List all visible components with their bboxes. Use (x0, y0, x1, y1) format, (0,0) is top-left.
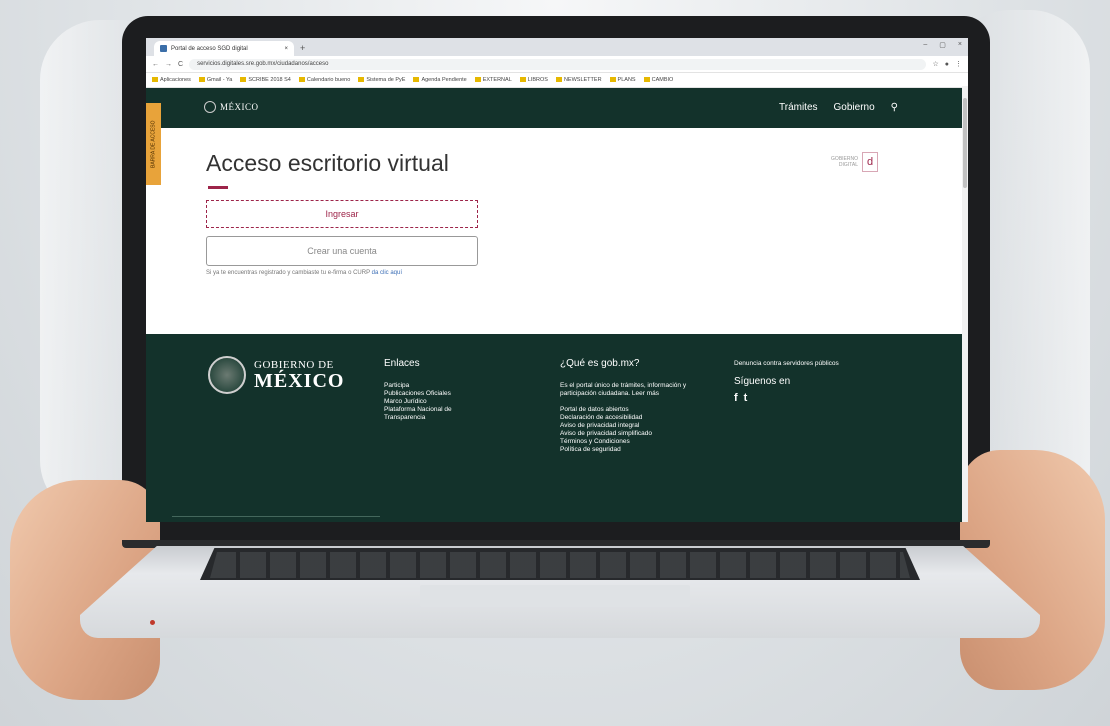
nav-link-gobierno[interactable]: Gobierno (834, 102, 875, 113)
page-title: Acceso escritorio virtual (206, 150, 449, 176)
bookmark-item[interactable]: Sistema de PyE (358, 77, 405, 83)
star-icon[interactable]: ☆ (932, 60, 938, 68)
menu-icon[interactable]: ⋮ (955, 60, 962, 68)
footer-link[interactable]: Marco Jurídico (384, 398, 494, 406)
bookmark-item[interactable]: EXTERNAL (474, 77, 512, 83)
main-content: Acceso escritorio virtual Ingresar Crear… (146, 128, 968, 318)
browser-tab-bar: Portal de acceso SGD digital × + – ▢ × (146, 38, 968, 56)
footer-link[interactable]: Portal de datos abiertos (560, 406, 710, 414)
footer-denuncia-link[interactable]: Denuncia contra servidores públicos (734, 360, 914, 368)
seal-icon (204, 101, 216, 113)
nav-links: Trámites Gobierno ⚲ (779, 102, 898, 113)
tab-close-icon[interactable]: × (284, 46, 288, 52)
footer-link[interactable]: Plataforma Nacional de Transparencia (384, 406, 494, 422)
tab-title: Portal de acceso SGD digital (171, 45, 248, 52)
bookmark-item[interactable]: CAMBIO (643, 77, 673, 83)
footer-description: Es el portal único de trámites, informac… (560, 382, 687, 397)
registration-note-text: Si ya te encuentras registrado y cambias… (206, 270, 372, 276)
power-led (150, 620, 155, 625)
bookmarks-bar: Aplicaciones Gmail - Ya SCRIBE 2018 S4 C… (146, 73, 968, 88)
close-window-button[interactable]: × (958, 41, 962, 49)
seal-icon (208, 356, 246, 394)
bookmark-item[interactable]: Calendario bueno (298, 77, 350, 83)
footer-que-es-title: ¿Qué es gob.mx? (560, 358, 640, 369)
registration-note-link[interactable]: da clic aquí (372, 270, 402, 276)
gobierno-digital-logo: GOBIERNO DIGITAL d (831, 152, 878, 172)
window-controls: – ▢ × (923, 41, 962, 49)
footer-siguenos: Síguenos en (734, 376, 791, 387)
browser-tab[interactable]: Portal de acceso SGD digital × (154, 41, 294, 56)
footer-divider (172, 516, 380, 517)
site-footer: GOBIERNO DE MÉXICO Enlaces Participa Pub… (146, 334, 968, 522)
footer-que-es: ¿Qué es gob.mx? Es el portal único de tr… (560, 358, 710, 454)
footer-logo-text: GOBIERNO DE MÉXICO (254, 358, 345, 392)
ingresar-button[interactable]: Ingresar (206, 200, 478, 228)
bookmark-item[interactable]: LIBROS (519, 77, 548, 83)
title-underline (208, 186, 228, 189)
footer-link[interactable]: Publicaciones Oficiales (384, 390, 494, 398)
bookmark-item[interactable]: Gmail - Ya (198, 77, 232, 83)
new-tab-button[interactable]: + (300, 43, 305, 53)
url-bar[interactable]: servicios.digitales.sre.gob.mx/ciudadano… (189, 58, 927, 70)
twitter-icon[interactable]: t (744, 393, 748, 404)
maximize-button[interactable]: ▢ (939, 41, 946, 49)
footer-link[interactable]: Términos y Condiciones (560, 438, 710, 446)
reload-button[interactable]: C (178, 61, 183, 68)
gobierno-digital-mark: d (862, 152, 878, 172)
footer-link[interactable]: Aviso de privacidad integral (560, 422, 710, 430)
minimize-button[interactable]: – (923, 41, 927, 49)
site-logo-text: MÉXICO (220, 102, 259, 112)
footer-link[interactable]: Política de seguridad (560, 446, 710, 454)
site-logo[interactable]: MÉXICO (204, 101, 259, 113)
profile-icon[interactable]: ● (945, 61, 949, 68)
footer-link[interactable]: Declaración de accesibilidad (560, 414, 710, 422)
laptop-screen: Portal de acceso SGD digital × + – ▢ × ←… (146, 38, 968, 522)
bookmark-item[interactable]: SCRIBE 2018 S4 (240, 77, 291, 83)
favicon-icon (160, 45, 167, 52)
bookmark-item[interactable]: NEWSLETTER (555, 77, 602, 83)
bookmark-item[interactable]: PLANS (609, 77, 636, 83)
scrollbar-thumb[interactable] (963, 98, 967, 188)
footer-link[interactable]: Participa (384, 382, 494, 390)
social-links: f t (734, 393, 914, 404)
search-icon[interactable]: ⚲ (891, 102, 898, 113)
facebook-icon[interactable]: f (734, 393, 738, 404)
site-navbar: MÉXICO Trámites Gobierno ⚲ (146, 88, 968, 128)
trackpad (420, 585, 690, 607)
nav-link-tramites[interactable]: Trámites (779, 102, 818, 113)
footer-enlaces-title: Enlaces (384, 358, 420, 369)
footer-enlaces: Enlaces Participa Publicaciones Oficiale… (384, 358, 494, 422)
footer-link[interactable]: Aviso de privacidad simplificado (560, 430, 710, 438)
bookmark-item[interactable]: Aplicaciones (152, 77, 191, 83)
back-button[interactable]: ← (152, 61, 159, 68)
forward-button[interactable]: → (165, 61, 172, 68)
gobierno-digital-text: GOBIERNO DIGITAL (831, 156, 858, 168)
footer-logo[interactable]: GOBIERNO DE MÉXICO (208, 356, 344, 394)
footer-contacto: Denuncia contra servidores públicos Sígu… (734, 360, 914, 404)
bookmark-item[interactable]: Agenda Pendiente (413, 77, 467, 83)
registration-note: Si ya te encuentras registrado y cambias… (206, 270, 402, 276)
keyboard-keys (210, 552, 910, 578)
crear-cuenta-button[interactable]: Crear una cuenta (206, 236, 478, 266)
address-toolbar: ← → C servicios.digitales.sre.gob.mx/ciu… (146, 56, 968, 73)
